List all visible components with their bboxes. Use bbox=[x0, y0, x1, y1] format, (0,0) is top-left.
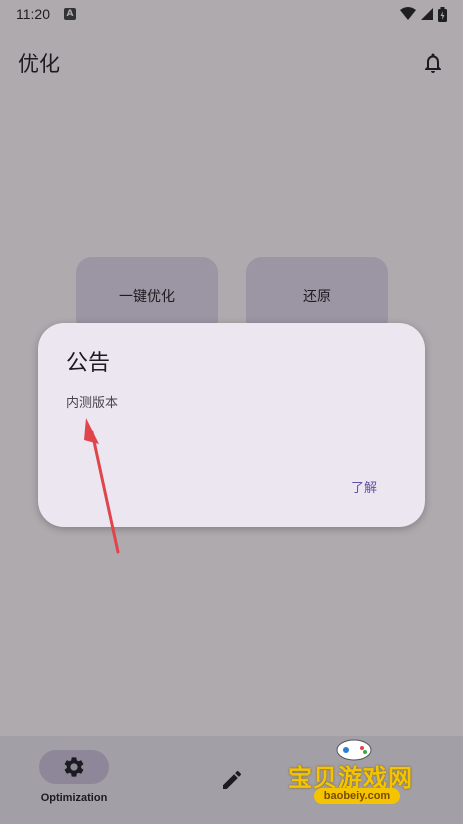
dialog-body: 内测版本 bbox=[66, 396, 119, 411]
notification-icon: A bbox=[64, 8, 76, 20]
status-bar: 11:20 A bbox=[0, 0, 463, 28]
announcement-dialog: 公告 内测版本 了解 bbox=[38, 323, 425, 527]
wifi-icon bbox=[400, 7, 416, 20]
dialog-title: 公告 bbox=[66, 351, 111, 376]
nav-pill bbox=[39, 750, 109, 784]
page-title: 优化 bbox=[18, 52, 60, 76]
pencil-icon[interactable] bbox=[220, 768, 244, 792]
status-time: 11:20 bbox=[16, 6, 50, 22]
confirm-button[interactable]: 了解 bbox=[351, 477, 377, 496]
status-icons bbox=[400, 6, 447, 22]
watermark-url: baobeiy.com bbox=[314, 788, 400, 804]
nav-item-optimization[interactable]: Optimization bbox=[36, 750, 112, 804]
nav-item-label: Optimization bbox=[40, 792, 108, 804]
watermark: 宝贝游戏网 baobeiy.com bbox=[282, 736, 442, 820]
bell-icon[interactable] bbox=[421, 51, 445, 75]
gear-icon bbox=[64, 757, 84, 777]
signal-icon bbox=[421, 8, 433, 20]
app-bar: 优化 bbox=[0, 40, 463, 86]
battery-icon bbox=[438, 6, 447, 22]
